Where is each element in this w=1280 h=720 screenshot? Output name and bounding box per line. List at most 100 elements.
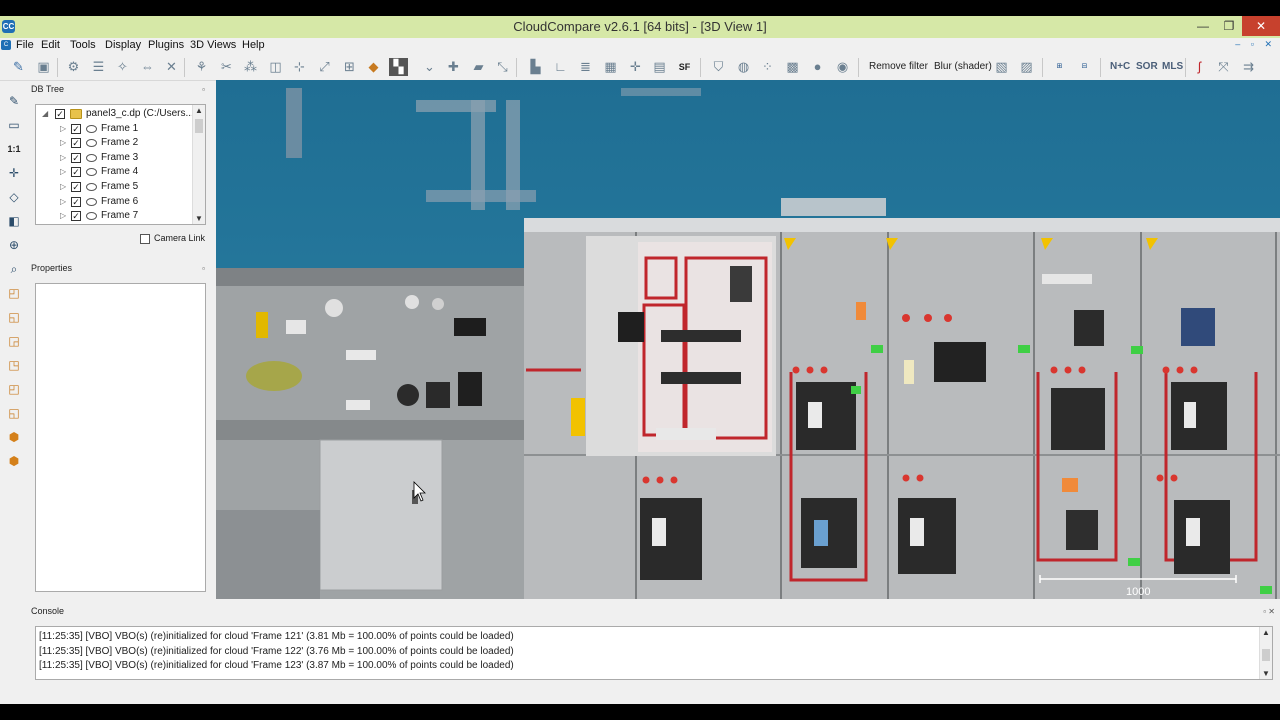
mls-button[interactable]: MLS — [1162, 61, 1183, 72]
scroll-up-icon[interactable]: ▲ — [193, 106, 205, 115]
minimize-button[interactable]: — — [1190, 16, 1216, 36]
zoom-icon[interactable]: ⌕ — [5, 260, 23, 278]
frame-checkbox[interactable]: ✓ — [71, 211, 81, 221]
shader-icon[interactable]: ▧ — [992, 58, 1011, 76]
noise-icon[interactable]: ⁘ — [758, 58, 777, 76]
top-view-icon[interactable]: ◰ — [5, 284, 23, 302]
3d-view[interactable]: 1000 — [216, 80, 1280, 599]
register-icon[interactable]: ⊞ — [340, 58, 359, 76]
remove-filter-button[interactable]: Remove filter — [869, 61, 928, 72]
expand-icon[interactable]: ▷ — [60, 151, 66, 165]
open-icon[interactable]: ✎ — [9, 58, 28, 76]
normals-consistent-button[interactable]: N+C — [1110, 61, 1130, 72]
expand-icon[interactable]: ▷ — [60, 209, 66, 223]
expand-icon[interactable]: ▷ — [60, 195, 66, 209]
frame-checkbox[interactable]: ✓ — [71, 153, 81, 163]
front-view-icon[interactable]: ◱ — [5, 308, 23, 326]
mdi-app-icon[interactable]: C — [1, 40, 11, 50]
tree-item-frame-4[interactable]: ▷ ✓ Frame 4 — [36, 165, 196, 179]
zoom-one-to-one-button[interactable]: 1:1 — [5, 140, 23, 158]
shader-2-icon[interactable]: ▨ — [1017, 58, 1036, 76]
scroll-down-icon[interactable]: ▼ — [193, 214, 205, 223]
frame-checkbox[interactable]: ✓ — [71, 182, 81, 192]
console-scrollbar[interactable]: ▲ ▼ — [1259, 627, 1272, 679]
histogram-icon[interactable]: ▙ — [526, 58, 545, 76]
save-icon[interactable]: ▣ — [34, 58, 53, 76]
tree-item-frame-1[interactable]: ▷ ✓ Frame 1 — [36, 122, 196, 136]
frame-checkbox[interactable]: ✓ — [71, 124, 81, 134]
console-log[interactable]: [11:25:35] [VBO] VBO(s) (re)initialized … — [35, 626, 1273, 680]
mdi-window-controls[interactable]: – ▫ ✕ — [1235, 39, 1276, 50]
checker-icon[interactable]: ▚ — [389, 58, 408, 76]
measure-icon[interactable]: ⤡ — [493, 58, 512, 76]
grid-icon[interactable]: ▩ — [783, 58, 802, 76]
back-cube-icon[interactable]: ⬢ — [5, 452, 23, 470]
curve-icon[interactable]: ʃ — [1190, 58, 1209, 76]
clone-icon[interactable]: ⚙ — [64, 58, 83, 76]
close-button[interactable]: ✕ — [1242, 16, 1280, 36]
list-icon[interactable]: ☰ — [89, 58, 108, 76]
expand-icon[interactable]: ▷ — [60, 122, 66, 136]
sf-list-icon[interactable]: ≣ — [576, 58, 595, 76]
object-icon[interactable]: ◉ — [833, 58, 852, 76]
graph-icon[interactable]: ∟ — [551, 58, 570, 76]
mesh-icon[interactable]: ◫ — [266, 58, 285, 76]
scroll-up-icon[interactable]: ▲ — [1260, 628, 1272, 637]
sf-icon[interactable]: SF — [675, 58, 694, 76]
left-view-icon[interactable]: ◲ — [5, 332, 23, 350]
collapse-icon[interactable]: ◢ — [42, 107, 48, 121]
camera-link-checkbox[interactable] — [140, 234, 150, 244]
tree-root[interactable]: ◢ ✓ panel3_c.dp (C:/Users... — [36, 107, 196, 121]
frame-checkbox[interactable]: ✓ — [71, 138, 81, 148]
align-icon[interactable]: ⤢ — [315, 58, 334, 76]
right-view-icon[interactable]: ◳ — [5, 356, 23, 374]
pick-point-icon[interactable]: ✚ — [444, 58, 463, 76]
transform-icon[interactable]: ⤧ — [1214, 58, 1233, 76]
plane-icon[interactable]: ▰ — [469, 58, 488, 76]
delete-icon[interactable]: ✕ — [162, 58, 181, 76]
pencil-icon[interactable]: ✎ — [5, 92, 23, 110]
frame-checkbox[interactable]: ✓ — [71, 167, 81, 177]
expand-icon[interactable]: ▷ — [60, 165, 66, 179]
canupo-create-icon[interactable]: ⊞ — [1050, 58, 1069, 76]
db-tree-scrollbar[interactable]: ▲ ▼ — [192, 105, 205, 224]
scroll-down-icon[interactable]: ▼ — [1260, 669, 1272, 678]
expand-icon[interactable]: ▷ — [60, 136, 66, 150]
scroll-thumb[interactable] — [1262, 649, 1270, 661]
sphere-icon[interactable]: ● — [808, 58, 827, 76]
menu-help[interactable]: Help — [242, 39, 265, 51]
color-icon[interactable]: ◆ — [364, 58, 383, 76]
point-cloud-render[interactable]: 1000 — [216, 80, 1280, 599]
shield-icon[interactable]: ⛉ — [709, 58, 728, 76]
pivot-icon[interactable]: ⊕ — [5, 236, 23, 254]
cross-section-icon[interactable]: ⌄ — [420, 58, 439, 76]
undock-icon[interactable]: ▫ — [202, 85, 205, 94]
root-checkbox[interactable]: ✓ — [55, 109, 65, 119]
front-cube-icon[interactable]: ⬢ — [5, 428, 23, 446]
subsample-icon[interactable]: ⁂ — [241, 58, 260, 76]
sf-filter-icon[interactable]: ▦ — [601, 58, 620, 76]
menu-tools[interactable]: Tools — [70, 39, 96, 51]
perspective-icon[interactable]: ◇ — [5, 188, 23, 206]
menu-plugins[interactable]: Plugins — [148, 39, 184, 51]
camera-icon[interactable]: ▭ — [5, 116, 23, 134]
expand-icon[interactable]: ▷ — [60, 180, 66, 194]
menu-display[interactable]: Display — [105, 39, 141, 51]
bottom-view-icon[interactable]: ◰ — [5, 380, 23, 398]
sf-add-icon[interactable]: ✛ — [626, 58, 645, 76]
tree-item-frame-2[interactable]: ▷ ✓ Frame 2 — [36, 136, 196, 150]
center-icon[interactable]: ✛ — [5, 164, 23, 182]
menu-file[interactable]: File — [16, 39, 34, 51]
undock-icon[interactable]: ▫ ✕ — [1263, 607, 1275, 616]
undock-icon[interactable]: ▫ — [202, 264, 205, 273]
sor-button[interactable]: SOR — [1136, 61, 1158, 72]
merge-icon[interactable]: ✧ — [113, 58, 132, 76]
frame-checkbox[interactable]: ✓ — [71, 197, 81, 207]
normals-icon[interactable]: ⊹ — [290, 58, 309, 76]
tree-item-frame-3[interactable]: ▷ ✓ Frame 3 — [36, 151, 196, 165]
blur-shader-button[interactable]: Blur (shader) — [934, 61, 992, 72]
sample-icon[interactable]: ⚘ — [192, 58, 211, 76]
maximize-button[interactable]: ❐ — [1216, 16, 1242, 36]
scroll-thumb[interactable] — [195, 119, 203, 133]
menu-3d-views[interactable]: 3D Views — [190, 39, 236, 51]
